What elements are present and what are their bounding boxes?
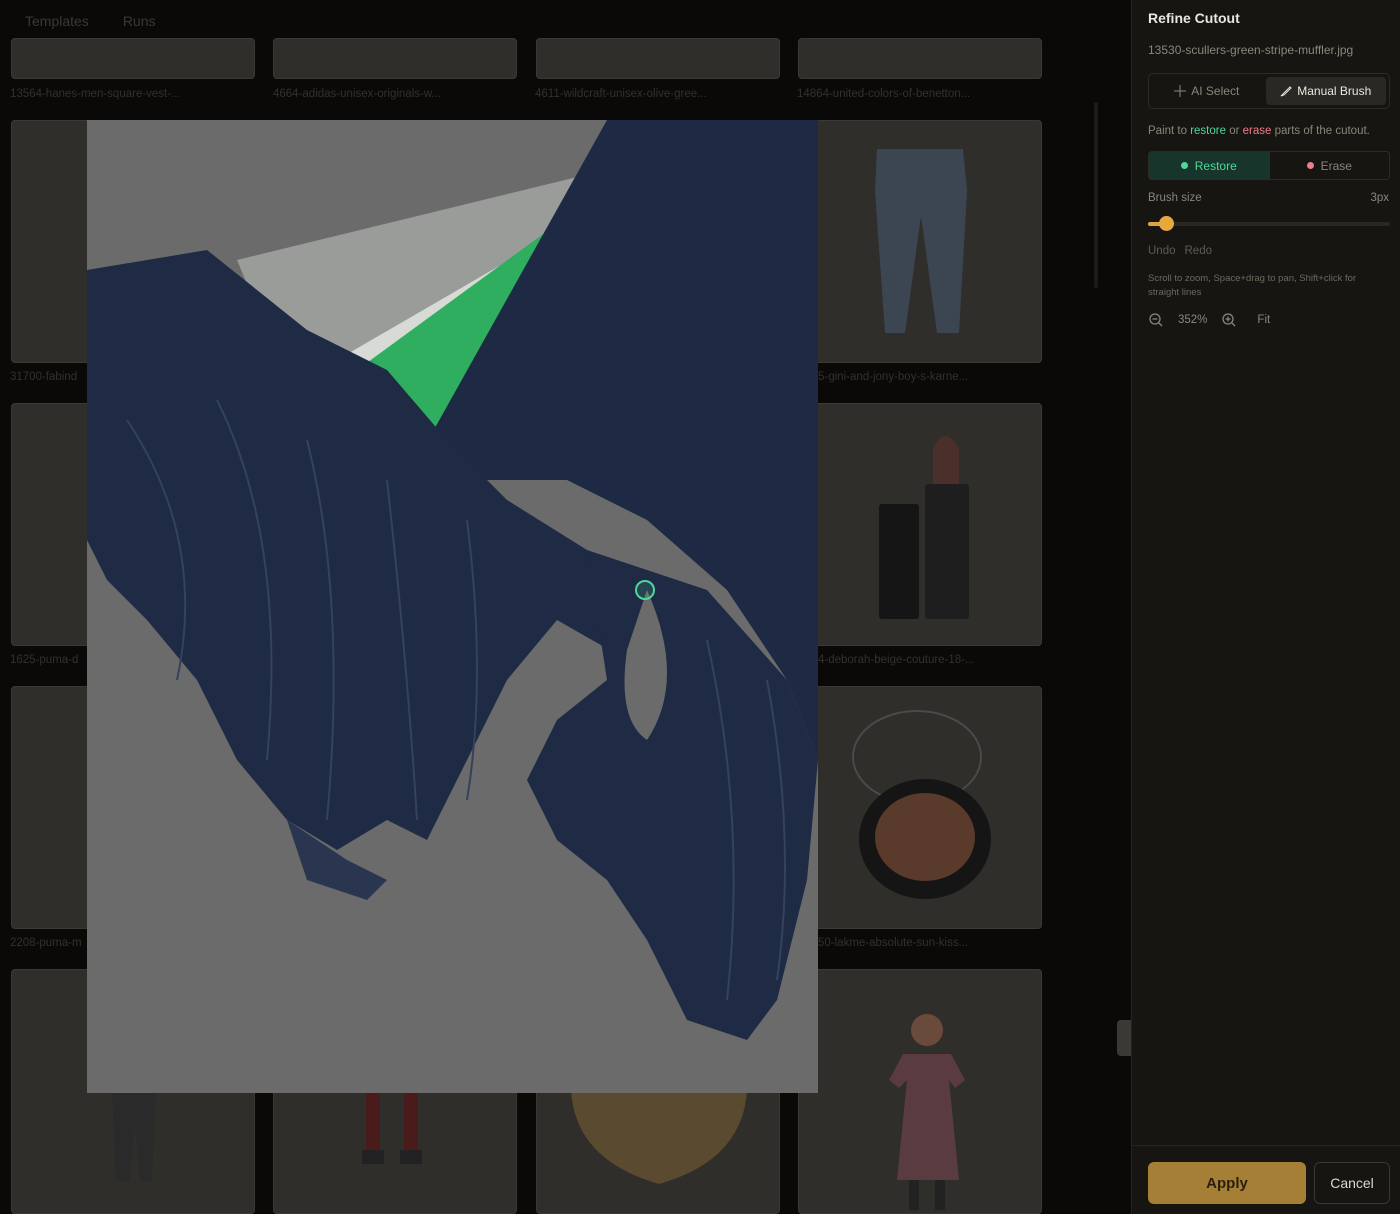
zoom-level: 352%	[1178, 314, 1208, 326]
restore-label: Restore	[1194, 158, 1237, 173]
help-text: Scroll to zoom, Space+drag to pan, Shift…	[1148, 273, 1357, 298]
card-caption: 31700-fabind	[10, 371, 78, 383]
card-caption: 5-gini-and-jony-boy-s-karne...	[818, 371, 969, 383]
apply-button[interactable]: Apply	[1148, 1162, 1306, 1204]
lipstick-thumbnail	[879, 436, 969, 619]
card-caption: 2208-puma-m	[10, 937, 82, 949]
gallery-card[interactable]	[798, 120, 1042, 363]
brush-tool-toggle: Restore Erase	[1148, 151, 1390, 180]
sparkle-icon	[1174, 85, 1187, 97]
mode-toggle: AI Select Manual Brush	[1148, 73, 1390, 109]
zoom-out-icon[interactable]	[1148, 312, 1164, 328]
card-caption: 4664-adidas-unisex-originals-w...	[273, 88, 442, 100]
card-caption: 50-lakme-absolute-sun-kiss...	[818, 937, 969, 949]
erase-dot-icon	[1306, 162, 1314, 169]
brush-cursor	[635, 580, 655, 600]
top-nav: Templates Runs	[0, 0, 1131, 42]
hint-middle: or	[1226, 125, 1243, 137]
refine-panel: Refine Cutout 13530-scullers-green-strip…	[1131, 0, 1400, 1214]
brush-size-label: Brush size	[1148, 192, 1202, 204]
muffler-cutout-image	[87, 120, 818, 1040]
brush-icon	[1280, 86, 1292, 97]
card-caption: 4611-wildcraft-unisex-olive-gree...	[535, 88, 707, 100]
nav-runs[interactable]: Runs	[123, 13, 156, 29]
hint-prefix: Paint to	[1148, 125, 1191, 137]
restore-button[interactable]: Restore	[1149, 152, 1269, 179]
undo-button[interactable]: Undo	[1148, 245, 1176, 257]
hint-suffix: parts of the cutout.	[1271, 125, 1370, 137]
gallery-card[interactable]	[536, 38, 780, 79]
panel-resize-handle[interactable]	[1117, 1020, 1131, 1056]
brush-size-slider[interactable]	[1148, 216, 1390, 232]
app: Templates Runs 13564-hanes-men-square-ve…	[0, 0, 1400, 1214]
gallery-card[interactable]	[798, 403, 1042, 646]
gallery-card[interactable]	[798, 38, 1042, 79]
compact-thumbnail	[852, 710, 991, 899]
manual-brush-label: Manual Brush	[1297, 84, 1372, 98]
gallery-card[interactable]	[11, 38, 255, 79]
hint-restore-word: restore	[1190, 125, 1226, 137]
panel-title: Refine Cutout	[1148, 10, 1240, 26]
erase-label: Erase	[1320, 158, 1352, 173]
hint-erase-word: erase	[1242, 125, 1272, 137]
brush-size-value: 3px	[1370, 192, 1389, 204]
paint-hint: Paint to restore or erase parts of the c…	[1148, 125, 1370, 137]
ai-select-button[interactable]: AI Select	[1152, 77, 1262, 105]
zoom-in-icon[interactable]	[1221, 312, 1237, 328]
gallery-card[interactable]	[273, 38, 517, 79]
gallery-scrollbar[interactable]	[1094, 102, 1098, 288]
cutout-canvas[interactable]	[87, 120, 818, 1093]
redo-button[interactable]: Redo	[1185, 245, 1213, 257]
dress-thumbnail	[889, 1014, 965, 1210]
history-controls: Undo Redo	[1148, 245, 1212, 257]
zoom-controls: 352% Fit	[1148, 312, 1270, 328]
card-caption: 13564-hanes-men-square-vest-...	[10, 88, 181, 100]
manual-brush-button[interactable]: Manual Brush	[1265, 77, 1386, 105]
jeans-thumbnail	[875, 149, 967, 333]
slider-thumb[interactable]	[1159, 216, 1174, 231]
restore-dot-icon	[1180, 162, 1188, 169]
cancel-button[interactable]: Cancel	[1314, 1162, 1390, 1204]
panel-footer: Apply Cancel	[1132, 1145, 1400, 1214]
gallery-card[interactable]	[798, 686, 1042, 929]
file-name: 13530-scullers-green-stripe-muffler.jpg	[1148, 43, 1354, 57]
slider-track	[1148, 222, 1390, 226]
fit-button[interactable]: Fit	[1257, 314, 1270, 326]
ai-select-label: AI Select	[1191, 84, 1240, 98]
erase-button[interactable]: Erase	[1268, 152, 1390, 179]
card-caption: 4-deborah-beige-couture-18-...	[818, 654, 975, 666]
nav-templates[interactable]: Templates	[25, 13, 89, 29]
card-caption: 14864-united-colors-of-benetton...	[797, 88, 971, 100]
card-caption: 1625-puma-d	[10, 654, 79, 666]
gallery-card[interactable]	[798, 969, 1042, 1214]
